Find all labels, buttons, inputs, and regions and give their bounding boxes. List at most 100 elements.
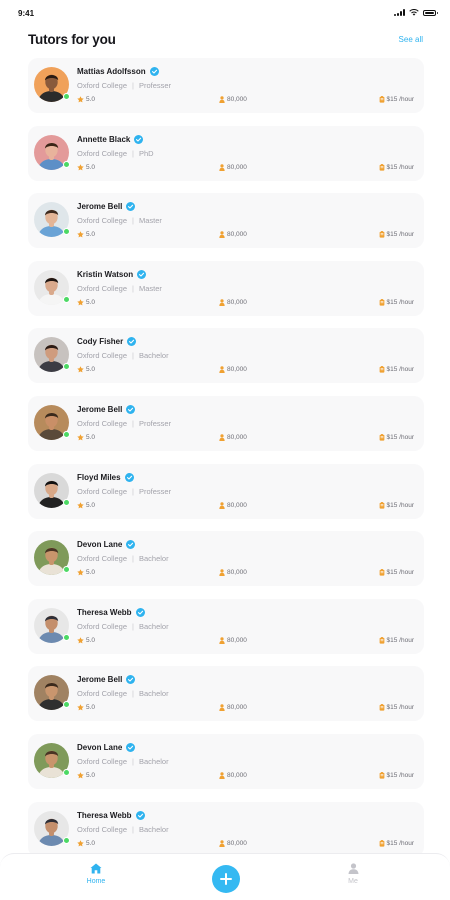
nav-me[interactable]: Me xyxy=(337,863,369,885)
students-value: 80,000 xyxy=(227,636,247,644)
tutor-degree: PhD xyxy=(138,148,154,158)
tutor-degree: Bachelor xyxy=(138,554,169,564)
price-tag-icon xyxy=(379,163,384,171)
see-all-link[interactable]: See all xyxy=(399,35,423,44)
tutor-card[interactable]: Jerome Bell Oxford College | Master 5.0 … xyxy=(28,193,424,249)
online-status-dot xyxy=(63,633,70,641)
price: $15 /hour xyxy=(379,434,414,441)
tutor-card[interactable]: Mattias Adolfsson Oxford College | Profe… xyxy=(28,58,424,113)
price-tag-icon xyxy=(379,569,384,576)
tutor-name: Theresa Webb xyxy=(77,810,132,820)
name-row: Jerome Bell xyxy=(77,675,136,685)
avatar xyxy=(34,269,70,305)
tutor-college: Oxford College xyxy=(77,824,128,834)
tutor-card[interactable]: Kristin Watson Oxford College | Master 5… xyxy=(28,260,424,316)
tutor-college: Oxford College xyxy=(77,554,128,564)
students-value: 80,000 xyxy=(227,231,247,239)
rating-value: 5.0 xyxy=(86,636,96,644)
students-value: 80,000 xyxy=(227,96,247,103)
students: 80,000 xyxy=(219,637,247,644)
rating: 5.0 xyxy=(77,96,95,103)
price-value: $15 /hour xyxy=(386,231,414,239)
tutor-info: Oxford College | Professer xyxy=(77,487,171,496)
person-icon xyxy=(219,637,225,644)
avatar xyxy=(34,810,70,846)
tutor-name: Jerome Bell xyxy=(77,405,123,414)
tutor-college: Oxford College xyxy=(77,621,128,631)
separator: | xyxy=(132,824,134,834)
star-icon xyxy=(77,569,84,576)
rating-value: 5.0 xyxy=(86,772,96,779)
verified-check-icon xyxy=(149,67,159,76)
tutor-college: Oxford College xyxy=(77,757,128,766)
price: $15 /hour xyxy=(379,704,414,711)
rating-value: 5.0 xyxy=(86,569,96,577)
tutor-info: Oxford College | Master xyxy=(77,284,162,293)
price: $15 /hour xyxy=(379,772,414,779)
avatar xyxy=(34,472,70,508)
verified-check-icon xyxy=(126,675,136,685)
tutor-card[interactable]: Jerome Bell Oxford College | Professer 5… xyxy=(28,396,424,451)
price-value: $15 /hour xyxy=(386,366,414,374)
price-tag-icon xyxy=(379,96,384,103)
tutor-college: Oxford College xyxy=(77,148,128,158)
tutor-college: Oxford College xyxy=(77,351,128,361)
rating: 5.0 xyxy=(77,502,95,509)
tutor-card[interactable]: Devon Lane Oxford College | Bachelor 5.0… xyxy=(28,734,424,789)
students-value: 80,000 xyxy=(227,704,247,712)
tutor-card[interactable]: Theresa Webb Oxford College | Bachelor 5… xyxy=(28,801,424,857)
star-icon xyxy=(77,299,84,306)
section-header: Tutors for you See all xyxy=(28,30,423,48)
price-value: $15 /hour xyxy=(386,839,414,847)
avatar xyxy=(34,134,70,170)
avatar xyxy=(34,540,70,576)
rating-value: 5.0 xyxy=(86,501,96,509)
tutor-college: Oxford College xyxy=(77,486,128,496)
students: 80,000 xyxy=(219,164,247,171)
students: 80,000 xyxy=(219,502,247,509)
students-value: 80,000 xyxy=(227,366,247,374)
price-tag-icon xyxy=(379,704,384,711)
tutor-name: Jerome Bell xyxy=(77,202,123,212)
price-value: $15 /hour xyxy=(386,636,414,644)
price-value: $15 /hour xyxy=(386,163,414,171)
wifi-icon xyxy=(409,9,419,16)
person-icon xyxy=(219,501,225,509)
tutor-info: Oxford College | Bachelor xyxy=(77,825,169,834)
tutor-info: Oxford College | Bachelor xyxy=(77,554,169,563)
tutor-card[interactable]: Theresa Webb Oxford College | Bachelor 5… xyxy=(28,598,424,654)
price-value: $15 /hour xyxy=(386,501,414,509)
star-icon xyxy=(77,434,84,441)
tutor-degree: Master xyxy=(138,283,162,293)
tutor-info: Oxford College | Bachelor xyxy=(77,689,169,698)
tutor-card[interactable]: Jerome Bell Oxford College | Bachelor 5.… xyxy=(28,666,424,722)
separator: | xyxy=(132,757,134,766)
tutor-card[interactable]: Floyd Miles Oxford College | Professer 5… xyxy=(28,463,424,519)
avatar xyxy=(34,743,70,778)
rating-value: 5.0 xyxy=(86,298,96,306)
nav-home[interactable]: Home xyxy=(80,863,112,885)
price-tag-icon xyxy=(379,636,384,644)
tutor-name: Devon Lane xyxy=(77,540,123,550)
online-status-dot xyxy=(63,363,70,371)
rating: 5.0 xyxy=(77,637,95,644)
tutor-name: Jerome Bell xyxy=(77,675,123,685)
add-button[interactable] xyxy=(212,865,240,893)
avatar xyxy=(34,67,70,102)
tutor-name: Devon Lane xyxy=(77,743,123,752)
tutor-card[interactable]: Cody Fisher Oxford College | Bachelor 5.… xyxy=(28,328,424,384)
separator: | xyxy=(132,283,134,293)
online-status-dot xyxy=(63,701,70,709)
price-tag-icon xyxy=(379,434,384,441)
tutor-card[interactable]: Annette Black Oxford College | PhD 5.0 8… xyxy=(28,125,424,181)
separator: | xyxy=(132,554,134,564)
rating: 5.0 xyxy=(77,366,95,373)
tutor-degree: Bachelor xyxy=(138,621,169,631)
name-row: Jerome Bell xyxy=(77,405,136,414)
status-icons xyxy=(394,9,438,16)
tutor-degree: Professer xyxy=(138,419,172,428)
price-tag-icon xyxy=(379,366,384,373)
signal-icon xyxy=(394,9,405,16)
tutor-name: Cody Fisher xyxy=(77,337,124,347)
tutor-card[interactable]: Devon Lane Oxford College | Bachelor 5.0… xyxy=(28,531,424,587)
